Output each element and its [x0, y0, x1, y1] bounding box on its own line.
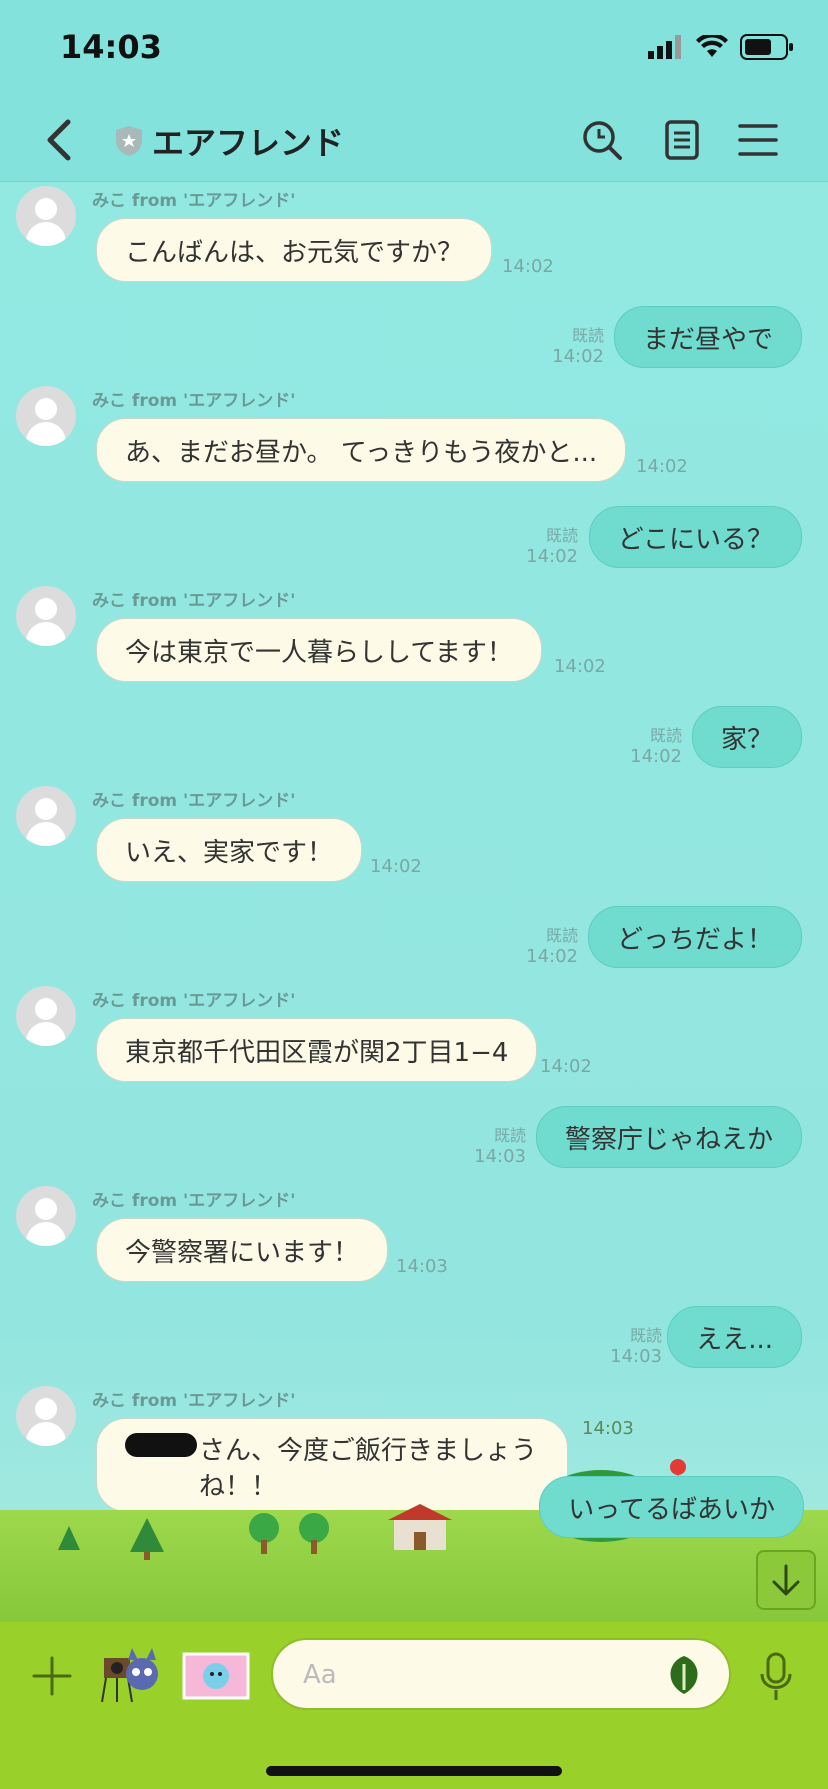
- message-text: いってるばあいか: [568, 1494, 775, 1525]
- avatar[interactable]: [16, 586, 76, 646]
- message-text: 家？: [720, 724, 773, 755]
- redacted-name: [125, 1433, 197, 1457]
- message-text: 今警察署にいます！: [125, 1237, 360, 1268]
- outgoing-message-bubble[interactable]: ええ...: [667, 1306, 802, 1368]
- notes-icon[interactable]: [660, 118, 704, 162]
- sender-name: みこ from 'エアフレンド': [92, 191, 296, 211]
- back-icon[interactable]: [40, 118, 76, 162]
- sender-name: みこ from 'エアフレンド': [92, 1191, 296, 1211]
- message-text: どっちだよ！: [616, 924, 773, 955]
- chat-header: エアフレンド: [0, 100, 828, 182]
- message-time: 14:02: [554, 656, 606, 677]
- read-receipt: 既読 14:02: [526, 526, 578, 567]
- message-text: ええ...: [696, 1324, 773, 1355]
- read-receipt: 既読 14:02: [552, 326, 604, 367]
- microphone-icon[interactable]: [758, 1652, 794, 1702]
- tree-icon: [249, 1513, 279, 1554]
- message-text: どこにいる？: [617, 524, 773, 555]
- incoming-message-bubble[interactable]: 今警察署にいます！: [96, 1218, 389, 1282]
- input-placeholder: Aa: [303, 1660, 337, 1690]
- sender-name: みこ from 'エアフレンド': [92, 791, 296, 811]
- status-icons: [648, 34, 794, 60]
- message-time: 14:02: [636, 456, 688, 477]
- outgoing-message-bubble[interactable]: まだ昼やで: [613, 306, 802, 368]
- message-text: 警察庁じゃねえか: [564, 1124, 773, 1155]
- sender-name: みこ from 'エアフレンド': [92, 1391, 296, 1411]
- message-time: 14:02: [502, 256, 554, 277]
- incoming-message-bubble[interactable]: いえ、実家です！: [96, 818, 363, 882]
- outgoing-message-bubble[interactable]: どこにいる？: [588, 506, 802, 568]
- message-text: あ、まだお昼か。 てっきりもう夜かと...: [125, 437, 598, 468]
- scroll-down-button[interactable]: [756, 1550, 816, 1610]
- status-bar: 14:03: [0, 0, 828, 100]
- chat-area[interactable]: みこ from 'エアフレンド' こんばんは、お元気ですか？ 14:02 既読 1…: [0, 182, 828, 1622]
- message-time: 14:02: [370, 856, 422, 877]
- incoming-message-bubble[interactable]: さん、今度ご飯行きましょうね！！: [96, 1418, 568, 1512]
- plus-icon[interactable]: [30, 1654, 74, 1698]
- avatar[interactable]: [16, 186, 76, 246]
- outgoing-message-bubble[interactable]: 警察庁じゃねえか: [535, 1106, 802, 1168]
- battery-icon: [740, 34, 793, 60]
- sender-name: みこ from 'エアフレンド': [92, 591, 296, 611]
- read-receipt: 既読 14:03: [474, 1126, 526, 1167]
- sender-name: みこ from 'エアフレンド': [92, 991, 296, 1011]
- avatar[interactable]: [16, 786, 76, 846]
- photo-icon[interactable]: [182, 1644, 250, 1706]
- message-time: 14:03: [582, 1418, 634, 1439]
- cellular-signal-icon: [648, 35, 681, 59]
- incoming-message-bubble[interactable]: 今は東京で一人暮らししてます！: [96, 618, 542, 682]
- sender-name: みこ from 'エアフレンド': [92, 391, 296, 411]
- message-text: まだ昼やで: [642, 324, 773, 355]
- avatar[interactable]: [16, 986, 76, 1046]
- search-icon[interactable]: [580, 118, 624, 162]
- chat-title: エアフレンド: [152, 124, 345, 162]
- message-text: いえ、実家です！: [125, 837, 334, 868]
- avatar[interactable]: [16, 386, 76, 446]
- incoming-message-bubble[interactable]: こんばんは、お元気ですか？: [96, 218, 493, 282]
- message-text: 今は東京で一人暮らししてます！: [125, 637, 513, 668]
- message-time: 14:02: [540, 1056, 592, 1077]
- pine-tree-icon: [58, 1526, 80, 1550]
- avatar[interactable]: [16, 1386, 76, 1446]
- composer-bar: Aa: [0, 1622, 828, 1789]
- leaf-icon[interactable]: [661, 1652, 707, 1698]
- avatar[interactable]: [16, 1186, 76, 1246]
- arrow-down-icon: [772, 1564, 800, 1596]
- status-time: 14:03: [60, 28, 162, 66]
- camera-sticker-icon[interactable]: [98, 1644, 160, 1706]
- message-time: 14:03: [396, 1256, 448, 1277]
- outgoing-message-bubble[interactable]: いってるばあいか: [539, 1476, 804, 1538]
- wifi-icon: [696, 35, 728, 57]
- read-receipt: 既読 14:02: [526, 926, 578, 967]
- shield-icon: [116, 126, 142, 156]
- outgoing-message-bubble[interactable]: どっちだよ！: [587, 906, 802, 968]
- outgoing-message-bubble[interactable]: 家？: [691, 706, 802, 768]
- menu-icon[interactable]: [736, 118, 780, 162]
- message-text: さん、今度ご飯行きましょうね！！: [198, 1436, 537, 1502]
- message-text: 東京都千代田区霞が関2丁目1−4: [125, 1037, 509, 1068]
- house-icon: [388, 1504, 452, 1550]
- message-input[interactable]: Aa: [271, 1638, 731, 1710]
- incoming-message-bubble[interactable]: あ、まだお昼か。 てっきりもう夜かと...: [96, 418, 627, 482]
- home-indicator[interactable]: [266, 1766, 562, 1776]
- tree-icon: [299, 1513, 329, 1554]
- incoming-message-bubble[interactable]: 東京都千代田区霞が関2丁目1−4: [96, 1018, 538, 1082]
- message-text: こんばんは、お元気ですか？: [125, 237, 464, 268]
- read-receipt: 既読 14:03: [610, 1326, 662, 1367]
- pine-tree-icon: [130, 1518, 164, 1560]
- read-receipt: 既読 14:02: [630, 726, 682, 767]
